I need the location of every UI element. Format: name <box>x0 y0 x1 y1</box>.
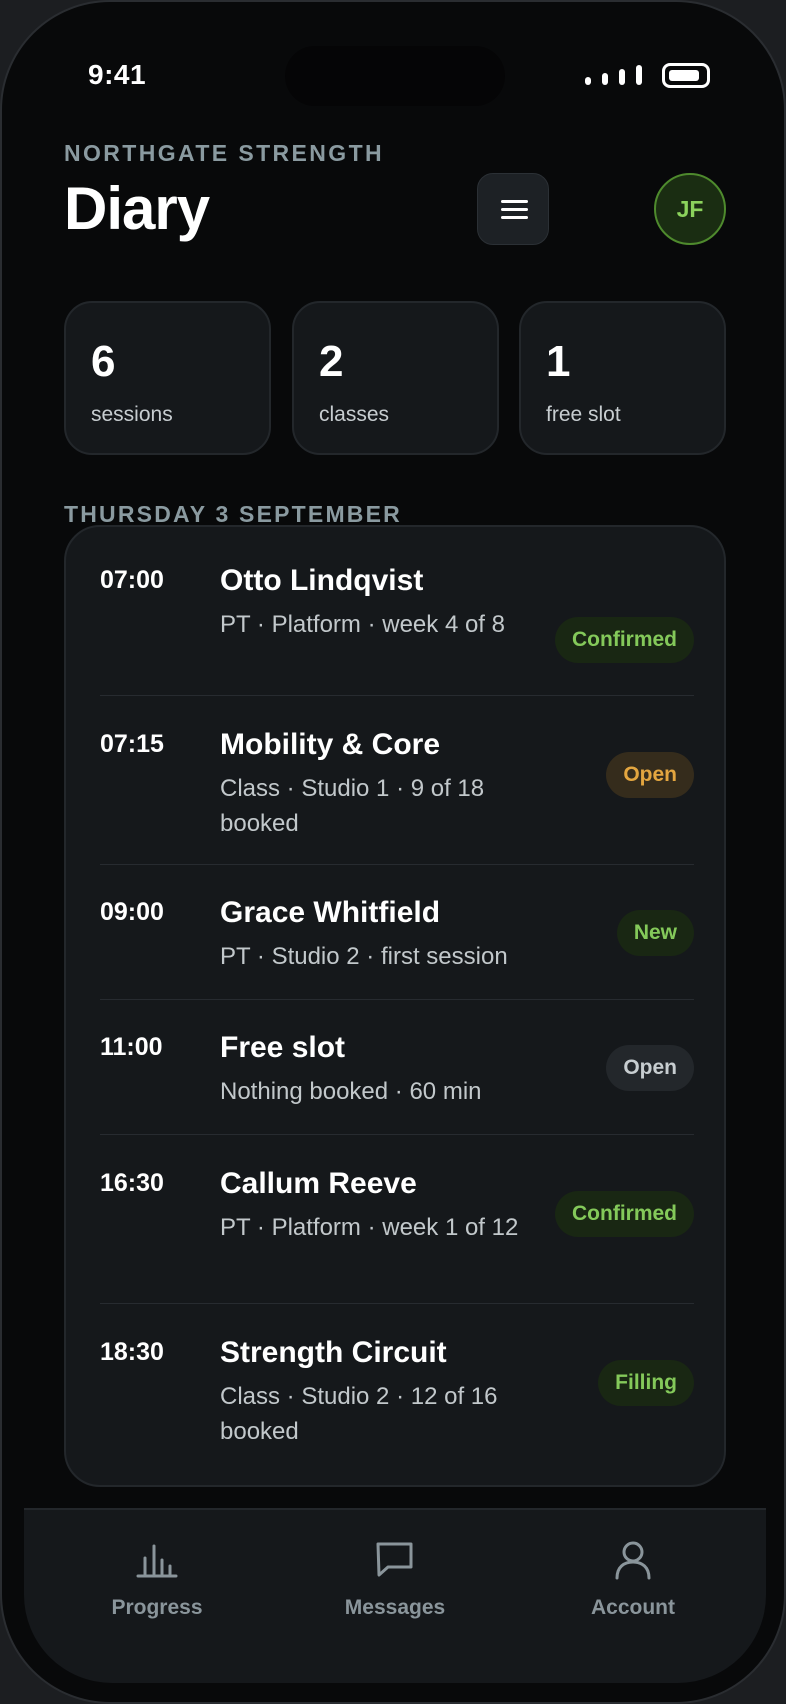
tab-bar: Progress Messages Account <box>24 1508 766 1683</box>
signal-icon <box>585 65 643 85</box>
bar-chart-icon <box>136 1544 178 1578</box>
avatar[interactable]: JF <box>654 173 726 245</box>
stat-card-free-slots: 1 free slot <box>519 301 726 455</box>
agenda-item[interactable]: 09:00 Grace Whitfield PT · Studio 2 · fi… <box>100 865 694 1000</box>
session-time: 16:30 <box>100 1169 164 1197</box>
session-title: Grace Whitfield <box>220 896 441 929</box>
stat-card-sessions: 6 sessions <box>64 301 271 455</box>
status-bar: 9:41 <box>2 2 784 152</box>
status-badge: Confirmed <box>555 1191 694 1237</box>
status-badge: Open <box>606 1045 694 1091</box>
session-title: Otto Lindqvist <box>220 564 424 597</box>
session-details: PT · Studio 2 · first session <box>220 943 508 970</box>
session-time: 07:15 <box>100 730 164 758</box>
status-badge: New <box>616 910 694 956</box>
status-badge: Filling <box>598 1360 694 1406</box>
status-badge: Confirmed <box>555 617 694 663</box>
gym-name: NORTHGATE STRENGTH <box>64 140 385 166</box>
session-details: Class · Studio 2 · 12 of 16 booked <box>220 1383 498 1445</box>
session-details: PT · Platform · week 4 of 8 <box>220 611 505 638</box>
stat-value: 2 <box>319 337 344 386</box>
session-details: PT · Platform · week 1 of 12 <box>220 1214 519 1241</box>
session-time: 18:30 <box>100 1338 164 1366</box>
session-title: Strength Circuit <box>220 1336 447 1369</box>
stat-label: free slot <box>546 403 621 426</box>
status-time: 9:41 <box>88 59 147 90</box>
dynamic-island <box>285 46 505 106</box>
tab-account[interactable]: Account <box>553 1510 713 1640</box>
stat-label: classes <box>319 403 390 426</box>
person-icon <box>615 1541 651 1580</box>
agenda-item[interactable]: 16:30 Callum Reeve PT · Platform · week … <box>100 1135 694 1304</box>
session-time: 11:00 <box>100 1033 163 1061</box>
session-title: Callum Reeve <box>220 1167 417 1200</box>
stat-value: 6 <box>91 337 116 386</box>
message-icon <box>376 1542 413 1577</box>
tab-label: Messages <box>344 1596 446 1619</box>
tab-progress[interactable]: Progress <box>77 1510 237 1640</box>
tab-label: Account <box>591 1596 675 1619</box>
session-title: Free slot <box>220 1031 346 1064</box>
page-title: Diary <box>64 175 210 242</box>
stat-value: 1 <box>546 337 571 386</box>
menu-button[interactable] <box>477 173 549 245</box>
agenda-list: 07:00 Otto Lindqvist PT · Platform · wee… <box>64 525 726 1487</box>
tab-label: Progress <box>111 1596 203 1619</box>
agenda-item[interactable]: 07:00 Otto Lindqvist PT · Platform · wee… <box>100 561 694 696</box>
tab-messages[interactable]: Messages <box>315 1510 475 1640</box>
phone-frame: 9:41 NORTHGATE STRENGTH Diary JF 6 sessi… <box>0 0 786 1704</box>
session-time: 09:00 <box>100 898 164 926</box>
agenda-item[interactable]: 18:30 Strength Circuit Class · Studio 2 … <box>100 1304 694 1454</box>
session-title: Mobility & Core <box>220 728 441 761</box>
agenda-item[interactable]: 07:15 Mobility & Core Class · Studio 1 ·… <box>100 696 694 865</box>
session-details: Class · Studio 1 · 9 of 18 booked <box>220 775 485 837</box>
battery-icon <box>662 63 710 88</box>
day-heading: THURSDAY 3 SEPTEMBER <box>64 501 402 527</box>
session-details: Nothing booked · 60 min <box>220 1078 482 1105</box>
stat-label: sessions <box>91 403 173 426</box>
stat-card-classes: 2 classes <box>292 301 499 455</box>
agenda-item[interactable]: 11:00 Free slot Nothing booked · 60 min … <box>100 1000 694 1135</box>
session-time: 07:00 <box>100 566 164 594</box>
status-badge: Open <box>606 752 694 798</box>
